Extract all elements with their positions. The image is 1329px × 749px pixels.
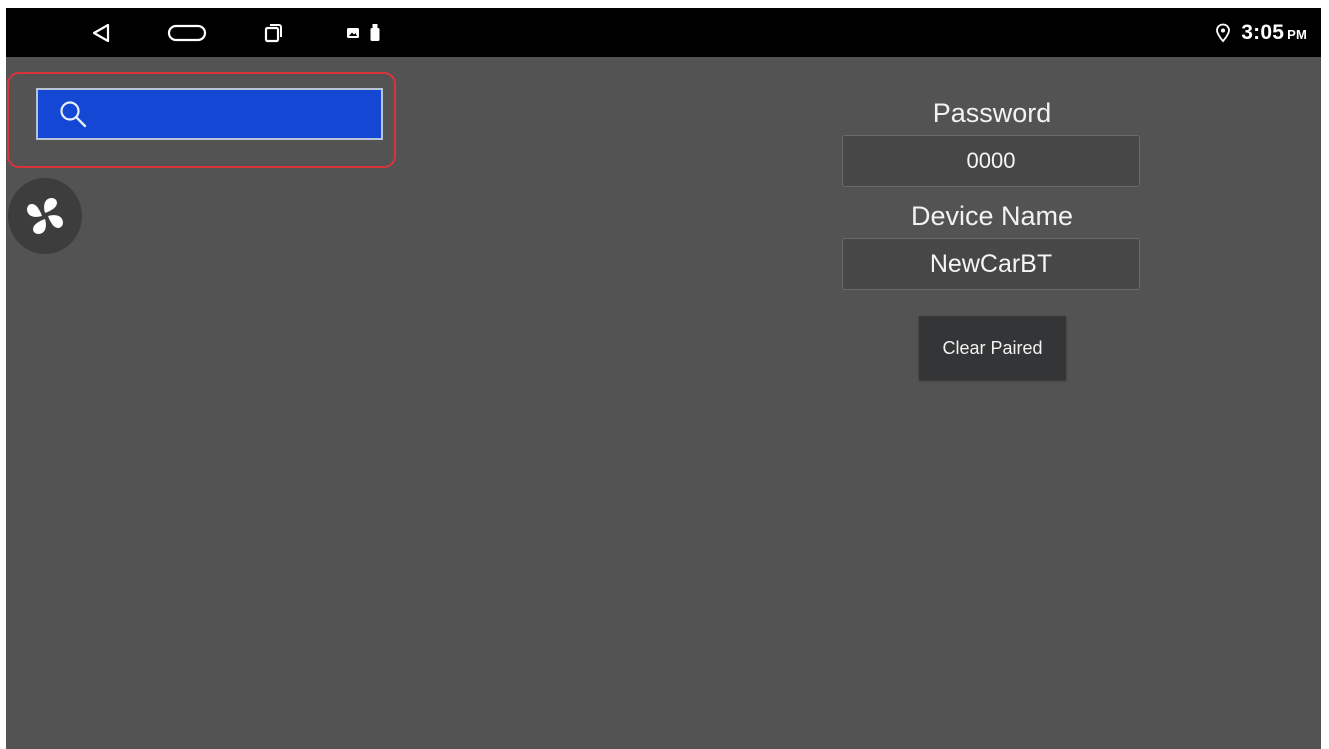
search-icon [58, 97, 88, 131]
status-bar: 3:05 PM [6, 8, 1321, 57]
search-box[interactable] [36, 88, 396, 140]
notification-image-icon [347, 27, 359, 38]
password-field[interactable]: 0000 [842, 135, 1140, 187]
device-name-label: Device Name [910, 201, 1074, 231]
status-right: 3:05 PM [1215, 8, 1307, 57]
screen: 3:05 PM Password 0000 Device Name NewCar… [6, 8, 1321, 749]
bluetooth-settings-panel: Password 0000 Device Name NewCarBT [842, 93, 1142, 290]
clock-ampm: PM [1287, 26, 1307, 42]
clock-time: 3:05 [1241, 20, 1285, 44]
device-name-field[interactable]: NewCarBT [842, 238, 1140, 290]
clock: 3:05 PM [1241, 21, 1307, 45]
notification-icons [346, 8, 381, 57]
recents-button[interactable] [258, 8, 288, 57]
fan-icon [27, 198, 63, 234]
back-icon [92, 23, 110, 42]
recents-icon [264, 23, 282, 42]
home-button[interactable] [164, 8, 210, 57]
password-label: Password [932, 98, 1052, 128]
clear-paired-button[interactable]: Clear Paired [919, 316, 1066, 380]
device-name-value: NewCarBT [929, 249, 1053, 278]
usb-icon [370, 23, 380, 41]
location-icon [1216, 23, 1231, 42]
search-input[interactable] [88, 90, 396, 138]
fan-button[interactable] [8, 178, 82, 254]
home-icon [167, 24, 207, 41]
back-button[interactable] [84, 8, 118, 57]
password-value: 0000 [966, 148, 1016, 173]
